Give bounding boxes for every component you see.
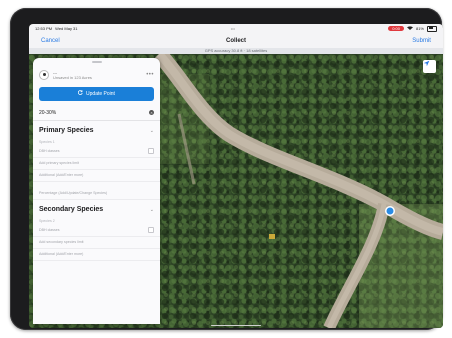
collect-sheet: --- Unsaved in 123 Acres ••• Update Poin… bbox=[33, 58, 160, 324]
primary-field-1[interactable]: DBH classes bbox=[33, 146, 160, 158]
page-title: Collect bbox=[225, 37, 246, 44]
ipad-screen: 12:53 PM Wed May 31 ••• 0:00 81% Cancel … bbox=[29, 24, 443, 328]
update-point-label: Update Point bbox=[86, 90, 115, 97]
secondary-field-1-label: DBH classes bbox=[39, 228, 60, 232]
percent-range-row[interactable]: 20-30% × bbox=[33, 106, 160, 121]
multitask-dots[interactable]: ••• bbox=[231, 26, 235, 31]
checkbox-icon[interactable] bbox=[148, 227, 154, 233]
secondary-field-2[interactable]: Add secondary species limit bbox=[33, 237, 160, 249]
secondary-field-1[interactable]: DBH classes bbox=[33, 225, 160, 237]
secondary-species-header[interactable]: Secondary Species ⌄ bbox=[33, 203, 160, 217]
battery-icon bbox=[427, 25, 437, 32]
primary-field-4-label: Percentage (Add/Update/Change Species) bbox=[39, 191, 108, 195]
update-point-button[interactable]: Update Point bbox=[39, 86, 154, 101]
primary-field-3-label: Additional (Add/Enter more) bbox=[39, 173, 84, 177]
primary-species-sublabel: Species 1 bbox=[39, 139, 55, 144]
nav-bar: Cancel Collect Submit bbox=[29, 33, 443, 48]
secondary-species-title: Secondary Species bbox=[39, 206, 104, 213]
remove-icon[interactable]: × bbox=[149, 110, 154, 115]
secondary-field-3[interactable]: Additional (Add/Enter more) bbox=[33, 249, 160, 261]
secondary-field-2-label: Add secondary species limit bbox=[39, 240, 84, 244]
point-marker-icon bbox=[39, 69, 49, 80]
home-indicator[interactable] bbox=[211, 324, 261, 326]
primary-field-1-label: DBH classes bbox=[39, 149, 60, 153]
cancel-button[interactable]: Cancel bbox=[41, 38, 60, 44]
primary-field-3[interactable]: Additional (Add/Enter more) bbox=[33, 170, 160, 182]
primary-field-2-label: Add primary species limit bbox=[39, 161, 79, 165]
status-bar: 12:53 PM Wed May 31 ••• 0:00 81% bbox=[29, 24, 443, 33]
ipad-frame: 12:53 PM Wed May 31 ••• 0:00 81% Cancel … bbox=[10, 8, 443, 330]
point-header: --- Unsaved in 123 Acres ••• bbox=[33, 63, 160, 83]
primary-species-header[interactable]: Primary Species ⌄ bbox=[33, 124, 160, 138]
more-options-icon[interactable]: ••• bbox=[146, 72, 154, 78]
secondary-species-sublabel: Species 2 bbox=[39, 218, 55, 223]
point-subtitle: Unsaved in 123 Acres bbox=[53, 74, 92, 80]
wifi-icon bbox=[406, 26, 413, 31]
primary-field-2[interactable]: Add primary species limit bbox=[33, 158, 160, 170]
status-date: Wed May 31 bbox=[55, 26, 78, 31]
record-pill[interactable]: 0:00 bbox=[388, 26, 404, 31]
refresh-icon bbox=[77, 90, 83, 97]
checkbox-icon[interactable] bbox=[148, 148, 154, 154]
secondary-field-3-label: Additional (Add/Enter more) bbox=[39, 252, 84, 256]
chevron-down-icon: ⌄ bbox=[149, 206, 154, 213]
status-time: 12:53 PM bbox=[35, 26, 53, 31]
chevron-down-icon: ⌄ bbox=[149, 127, 154, 134]
submit-button[interactable]: Submit bbox=[412, 38, 431, 44]
primary-species-title: Primary Species bbox=[39, 127, 94, 134]
locate-button[interactable] bbox=[423, 60, 436, 73]
percent-range-value: 20-30% bbox=[39, 109, 57, 116]
battery-percent: 81% bbox=[415, 26, 424, 31]
primary-field-4[interactable]: Percentage (Add/Update/Change Species) bbox=[33, 188, 160, 200]
